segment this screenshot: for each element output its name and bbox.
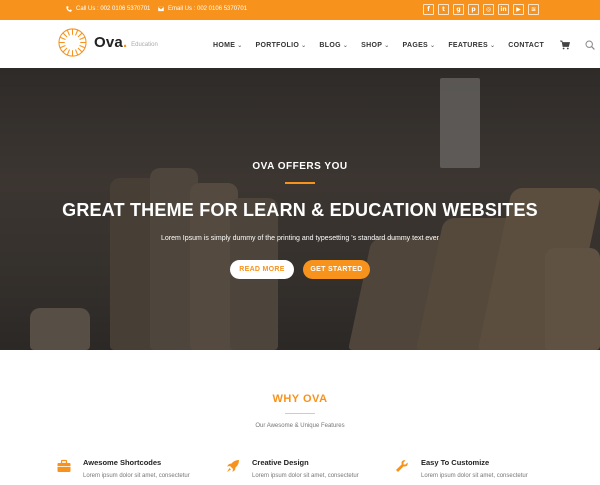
nav-item-shop[interactable]: SHOP ⌄	[361, 42, 389, 49]
logo-dot: .	[122, 34, 128, 51]
facebook-icon[interactable]: f	[423, 4, 434, 15]
chevron-down-icon: ⌄	[237, 42, 243, 49]
chevron-down-icon: ⌄	[301, 42, 307, 49]
section-divider	[285, 413, 315, 414]
nav-label: FEATURES	[448, 41, 488, 49]
instagram-icon[interactable]: ◎	[483, 4, 494, 15]
pinterest-icon[interactable]: p	[468, 4, 479, 15]
hero-content: OVA OFFERS YOU GREAT THEME FOR LEARN & E…	[0, 68, 600, 350]
youtube-icon[interactable]: ▶	[513, 4, 524, 15]
chevron-down-icon: ⌄	[489, 42, 496, 49]
feature-item: Creative Design Lorem ipsum dolor sit am…	[226, 458, 359, 479]
nav-label: CONTACT	[508, 41, 545, 49]
nav-item-blog[interactable]: BLOG ⌄	[319, 42, 348, 49]
rss-icon[interactable]: ≋	[528, 4, 539, 15]
hero-subtext: Lorem Ipsum is simply dummy of the print…	[161, 235, 439, 242]
phone-text: Call Us : 002 0106 5370701	[76, 6, 151, 12]
google-plus-icon[interactable]: g	[453, 4, 464, 15]
nav-label: PAGES	[402, 41, 429, 49]
nav-item-contact[interactable]: CONTACT	[508, 42, 544, 49]
nav-item-home[interactable]: HOME ⌄	[213, 42, 243, 49]
feature-description: Lorem ipsum dolor sit amet, consectetur	[421, 473, 528, 479]
cart-icon[interactable]	[560, 40, 571, 50]
nav-label: SHOP	[361, 41, 383, 49]
logo[interactable]: Ova. Education	[58, 28, 158, 57]
chevron-down-icon: ⌄	[430, 42, 436, 49]
phone-contact[interactable]: Call Us : 002 0106 5370701	[66, 6, 150, 12]
hero-banner: OVA OFFERS YOU GREAT THEME FOR LEARN & E…	[0, 68, 600, 350]
wrench-icon	[396, 460, 408, 472]
phone-icon	[66, 6, 72, 12]
feature-title: Creative Design	[252, 458, 309, 467]
read-more-button[interactable]: READ MORE	[230, 260, 294, 279]
rocket-icon	[227, 460, 239, 472]
logo-name: Ova	[94, 34, 123, 51]
email-contact[interactable]: Email Us : 002 0106 5370701	[158, 6, 247, 12]
nav-label: BLOG	[319, 41, 341, 49]
get-started-button[interactable]: GET STARTED	[303, 260, 370, 279]
nav-label: PORTFOLIO	[255, 41, 300, 49]
site-header: Ova. Education HOME ⌄ PORTFOLIO ⌄ BLOG ⌄ SH…	[0, 20, 600, 68]
section-title: WHY OVA	[272, 393, 328, 405]
feature-title: Awesome Shortcodes	[83, 458, 162, 467]
briefcase-icon	[57, 459, 71, 472]
feature-description: Lorem ipsum dolor sit amet, consectetur	[83, 473, 190, 479]
social-links: f t g p ◎ in ▶ ≋	[423, 4, 539, 15]
linkedin-icon[interactable]: in	[498, 4, 509, 15]
logo-tagline: Education	[131, 42, 158, 48]
main-nav: HOME ⌄ PORTFOLIO ⌄ BLOG ⌄ SHOP ⌄ PAGES ⌄ FEAT…	[213, 40, 595, 50]
hero-kicker: OVA OFFERS YOU	[252, 161, 348, 172]
nav-item-portfolio[interactable]: PORTFOLIO ⌄	[256, 42, 307, 49]
section-subtitle: Our Awesome & Unique Features	[255, 423, 345, 429]
search-icon[interactable]	[585, 40, 595, 50]
email-icon	[158, 6, 164, 12]
top-bar: Call Us : 002 0106 5370701 Email Us : 00…	[0, 0, 600, 20]
hero-headline: GREAT THEME FOR LEARN & EDUCATION WEBSIT…	[62, 200, 538, 220]
chevron-down-icon: ⌄	[384, 42, 390, 49]
nav-label: HOME	[213, 41, 236, 49]
feature-item: Easy To Customize Lorem ipsum dolor sit …	[395, 458, 528, 479]
email-text: Email Us : 002 0106 5370701	[168, 6, 248, 12]
feature-item: Awesome Shortcodes Lorem ipsum dolor sit…	[57, 458, 190, 479]
sunburst-logo-icon	[58, 28, 87, 57]
feature-description: Lorem ipsum dolor sit amet, consectetur	[252, 473, 359, 479]
hero-divider	[285, 182, 315, 184]
feature-title: Easy To Customize	[421, 458, 490, 467]
nav-item-features[interactable]: FEATURES ⌄	[448, 42, 495, 49]
twitter-icon[interactable]: t	[438, 4, 449, 15]
nav-item-pages[interactable]: PAGES ⌄	[403, 42, 436, 49]
chevron-down-icon: ⌄	[342, 42, 349, 49]
